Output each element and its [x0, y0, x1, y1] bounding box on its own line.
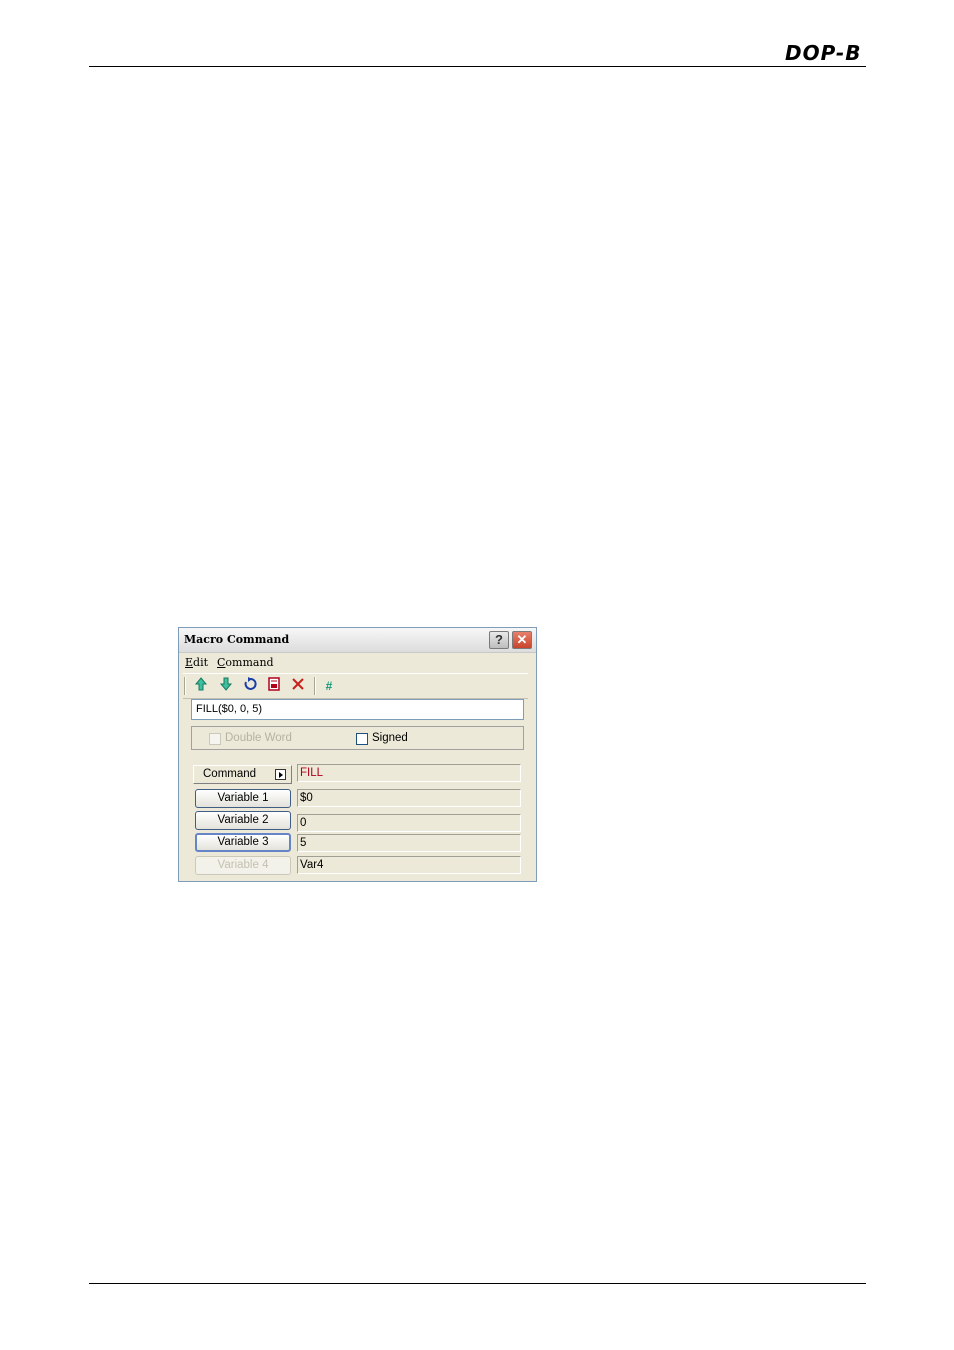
toolbar: # [183, 673, 528, 699]
menu-edit[interactable]: Edit [185, 656, 208, 669]
variable-1-field[interactable]: $0 [297, 789, 521, 807]
command-label: Command [203, 768, 257, 780]
undo-icon[interactable] [241, 677, 259, 695]
move-up-icon[interactable] [192, 677, 210, 695]
variable-2-button[interactable]: Variable 2 [195, 811, 291, 830]
toolbar-separator [184, 677, 186, 695]
dop-b-logo: DOP-B [785, 41, 862, 65]
variable-4-button: Variable 4 [195, 856, 291, 875]
help-button[interactable]: ? [489, 631, 509, 649]
title-bar: Macro Command ? ✕ [179, 628, 536, 653]
menu-command[interactable]: Command [217, 656, 274, 669]
double-word-label: Double Word [225, 732, 292, 744]
command-field[interactable]: FILL [297, 764, 521, 782]
variable-3-field[interactable]: 5 [297, 834, 521, 852]
menu-command-label: ommand [225, 656, 274, 669]
menu-edit-label: dit [193, 656, 209, 669]
submenu-arrow-icon [275, 769, 286, 780]
expression-field[interactable]: FILL($0, 0, 5) [191, 699, 524, 720]
question-mark-icon: ? [495, 632, 503, 647]
signed-checkbox[interactable] [356, 733, 368, 745]
close-button[interactable]: ✕ [512, 631, 532, 649]
variable-4-field[interactable]: Var4 [297, 856, 521, 874]
close-icon: ✕ [516, 632, 528, 647]
variable-3-button[interactable]: Variable 3 [195, 833, 291, 852]
header-rule [89, 66, 866, 67]
variable-1-button[interactable]: Variable 1 [195, 789, 291, 808]
dialog-title: Macro Command [184, 633, 290, 646]
toolbar-separator [314, 677, 316, 695]
footer-rule [89, 1283, 866, 1284]
hash-icon[interactable]: # [320, 677, 338, 695]
menu-bar: Edit Command [179, 653, 536, 671]
delete-icon[interactable] [289, 677, 307, 695]
options-group: Double Word Signed [191, 726, 524, 750]
variable-2-field[interactable]: 0 [297, 814, 521, 832]
menu-edit-accel: E [185, 656, 194, 669]
double-word-checkbox[interactable] [209, 733, 221, 745]
signed-label: Signed [372, 732, 408, 744]
command-button[interactable]: Command [193, 765, 292, 784]
macro-command-dialog: Macro Command ? ✕ Edit Command # FILL($0… [178, 627, 537, 882]
move-down-icon[interactable] [217, 677, 235, 695]
save-icon[interactable] [265, 677, 283, 695]
